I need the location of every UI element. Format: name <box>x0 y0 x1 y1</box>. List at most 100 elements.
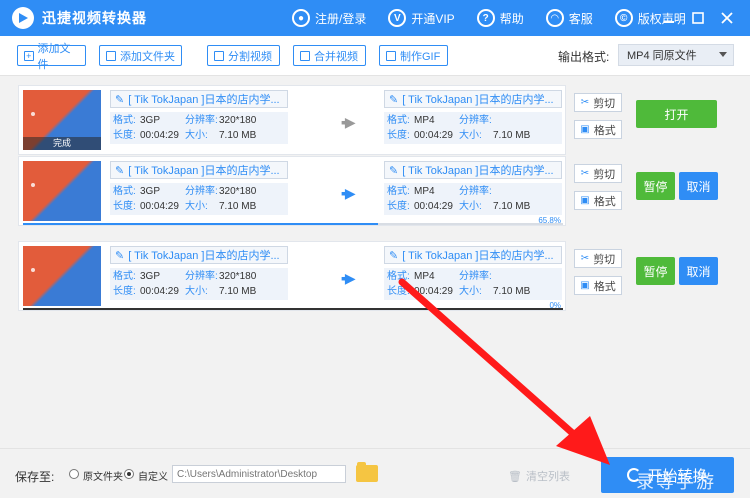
scissors-icon: ✂ <box>580 253 590 264</box>
convert-arrow-icon: ▪▪▶ <box>341 114 356 130</box>
format-button-label: 格式 <box>593 195 616 208</box>
resolution-label: 分辨率: <box>459 271 492 282</box>
source-name[interactable]: ✎ [ Tik TokJapan ]日本的店内学... <box>110 161 288 179</box>
cut-button[interactable]: ✂ 剪切 <box>574 93 622 112</box>
output-name-text: [ Tik TokJapan ]日本的店内学... <box>402 94 554 106</box>
close-icon[interactable] <box>714 5 740 31</box>
source-resolution: 320*180 <box>219 115 257 126</box>
output-name[interactable]: ✎ [ Tik TokJapan ]日本的店内学... <box>384 161 562 179</box>
output-info: 格式: MP4 分辨率: 长度: 00:04:29 大小: 7.10 MB <box>384 183 562 215</box>
split-video-label: 分割视频 <box>228 50 272 63</box>
video-thumbnail[interactable] <box>23 246 101 306</box>
trash-icon: 🗑 <box>508 470 522 483</box>
output-info: 格式: MP4 分辨率: 长度: 00:04:29 大小: 7.10 MB <box>384 268 562 300</box>
radio-custom-folder[interactable] <box>124 469 134 479</box>
nav-login-label: 注册/登录 <box>315 11 367 26</box>
cancel-button[interactable]: 取消 <box>679 172 718 200</box>
output-duration: 00:04:29 <box>414 201 453 212</box>
source-format: 3GP <box>140 115 161 126</box>
merge-icon <box>300 50 310 61</box>
add-folder-button[interactable]: 添加文件夹 <box>99 45 182 66</box>
source-format: 3GP <box>140 186 161 197</box>
nav-help-label: 帮助 <box>499 11 524 26</box>
add-file-button[interactable]: + 添加文件 <box>17 43 86 71</box>
format-button-label: 格式 <box>593 280 616 293</box>
headset-icon: ◠ <box>545 9 564 27</box>
make-gif-button[interactable]: 制作GIF <box>379 45 448 66</box>
minimize-icon[interactable] <box>656 5 682 31</box>
radio-custom-label: 自定义 <box>138 472 168 483</box>
chevron-down-icon <box>719 52 727 57</box>
make-gif-label: 制作GIF <box>400 50 441 63</box>
app-title: 迅捷视频转换器 <box>42 10 147 26</box>
cut-label: 剪切 <box>593 253 616 266</box>
resolution-label: 分辨率: <box>185 271 218 282</box>
clear-list-label: 清空列表 <box>525 471 570 483</box>
help-icon: ? <box>476 9 495 27</box>
source-resolution: 320*180 <box>219 186 257 197</box>
add-folder-label: 添加文件夹 <box>120 50 175 63</box>
app-logo-icon <box>12 7 34 29</box>
clear-list-button[interactable]: 🗑 清空列表 <box>508 468 570 484</box>
format-label: 格式: <box>113 186 136 197</box>
pencil-icon: ✎ <box>115 93 125 106</box>
format-label: 格式: <box>387 115 410 126</box>
nav-help[interactable]: ? 帮助 <box>476 9 524 27</box>
cancel-button[interactable]: 取消 <box>679 257 718 285</box>
source-size: 7.10 MB <box>219 201 257 212</box>
resolution-label: 分辨率: <box>185 186 218 197</box>
file-row-3: ✎ [ Tik TokJapan ]日本的店内学... 格式: 3GP 分辨率:… <box>18 241 566 311</box>
maximize-icon[interactable] <box>685 5 711 31</box>
source-name[interactable]: ✎ [ Tik TokJapan ]日本的店内学... <box>110 90 288 108</box>
cut-button[interactable]: ✂ 剪切 <box>574 164 622 183</box>
video-thumbnail[interactable]: 完成 <box>23 90 101 150</box>
folder-icon[interactable] <box>356 462 378 482</box>
output-name[interactable]: ✎ [ Tik TokJapan ]日本的店内学... <box>384 246 562 264</box>
cut-label: 剪切 <box>593 97 616 110</box>
file-row-1: 完成 ✎ [ Tik TokJapan ]日本的店内学... 格式: 3GP 分… <box>18 85 566 155</box>
radio-original-label: 原文件夹 <box>83 472 123 483</box>
duration-label: 长度: <box>113 286 136 297</box>
format-button[interactable]: ▣ 格式 <box>574 276 622 295</box>
completed-badge: 完成 <box>23 137 101 150</box>
radio-original-folder[interactable] <box>69 469 79 479</box>
pause-button[interactable]: 暂停 <box>636 257 675 285</box>
duration-label: 长度: <box>113 130 136 141</box>
plus-icon: + <box>24 50 34 61</box>
pause-button[interactable]: 暂停 <box>636 172 675 200</box>
output-size: 7.10 MB <box>493 286 531 297</box>
nav-support[interactable]: ◠ 客服 <box>545 9 593 27</box>
progress-fill <box>23 223 379 225</box>
pencil-icon: ✎ <box>389 164 399 177</box>
source-name[interactable]: ✎ [ Tik TokJapan ]日本的店内学... <box>110 246 288 264</box>
format-button[interactable]: ▣ 格式 <box>574 191 622 210</box>
source-info: 格式: 3GP 分辨率: 320*180 长度: 00:04:29 大小: 7.… <box>110 112 288 144</box>
convert-arrow-icon: ▪▪▶ <box>341 270 356 286</box>
format-button-label: 格式 <box>593 124 616 137</box>
folder-add-icon <box>106 50 116 61</box>
nav-login[interactable]: ● 注册/登录 <box>292 9 366 27</box>
thumbnail-dot <box>31 268 35 272</box>
progress-bar <box>23 223 563 225</box>
pencil-icon: ✎ <box>389 93 399 106</box>
split-video-button[interactable]: 分割视频 <box>207 45 280 66</box>
source-name-text: [ Tik TokJapan ]日本的店内学... <box>128 94 280 106</box>
scissors-icon: ✂ <box>580 97 590 108</box>
nav-vip[interactable]: V 开通VIP <box>388 9 455 27</box>
output-name[interactable]: ✎ [ Tik TokJapan ]日本的店内学... <box>384 90 562 108</box>
format-button[interactable]: ▣ 格式 <box>574 120 622 139</box>
format-icon: ▣ <box>580 124 590 135</box>
output-size: 7.10 MB <box>493 130 531 141</box>
source-duration: 00:04:29 <box>140 201 179 212</box>
size-label: 大小: <box>459 286 482 297</box>
output-format-select[interactable]: MP4 同原文件 <box>618 44 734 66</box>
video-thumbnail[interactable] <box>23 161 101 221</box>
source-name-text: [ Tik TokJapan ]日本的店内学... <box>128 165 280 177</box>
output-info: 格式: MP4 分辨率: 长度: 00:04:29 大小: 7.10 MB <box>384 112 562 144</box>
merge-video-button[interactable]: 合并视频 <box>293 45 366 66</box>
open-button[interactable]: 打开 <box>636 100 717 128</box>
cut-button[interactable]: ✂ 剪切 <box>574 249 622 268</box>
pencil-icon: ✎ <box>115 164 125 177</box>
size-label: 大小: <box>185 201 208 212</box>
save-path-input[interactable] <box>172 465 346 483</box>
